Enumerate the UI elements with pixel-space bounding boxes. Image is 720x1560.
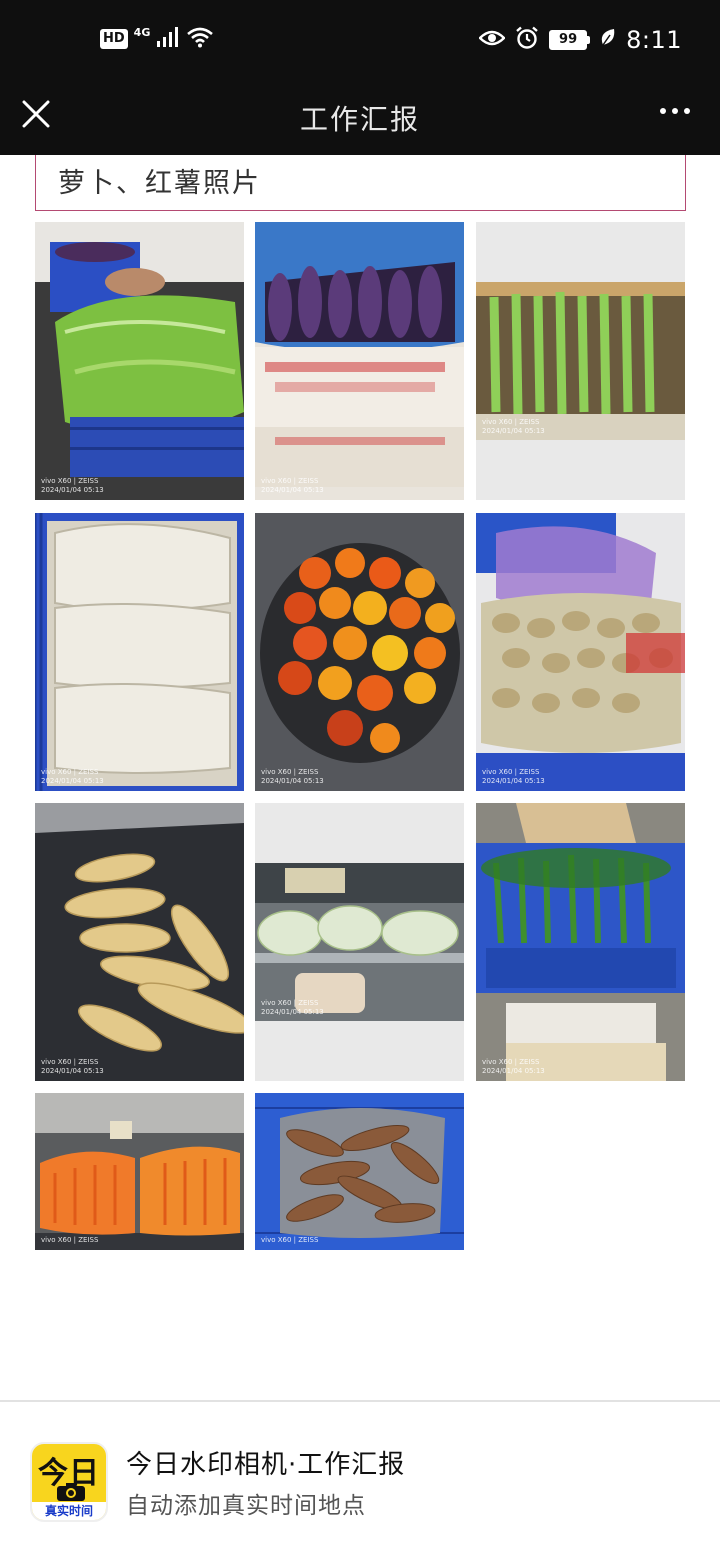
photo-4[interactable]: vivo X60 | ZEISS 2024/01/04 05:13 [35, 513, 244, 791]
status-left: HD 4G [100, 26, 214, 52]
photo-watermark: vivo X60 | ZEISS 2024/01/04 05:13 [261, 999, 324, 1016]
photo-7[interactable]: vivo X60 | ZEISS 2024/01/04 05:13 [35, 803, 244, 1081]
wifi-icon [186, 26, 214, 52]
photo-11[interactable]: vivo X60 | ZEISS [255, 1093, 464, 1250]
photo-watermark: vivo X60 | ZEISS 2024/01/04 05:13 [41, 477, 104, 494]
clock: 8:11 [626, 26, 682, 54]
network-label: 4G [133, 25, 151, 39]
photo-9[interactable]: vivo X60 | ZEISS 2024/01/04 05:13 [476, 803, 685, 1081]
alarm-icon [515, 26, 539, 54]
app-banner-subtitle: 自动添加真实时间地点 [126, 1493, 366, 1519]
app-icon[interactable]: 今日 真实时间 [30, 1442, 108, 1522]
hd-badge: HD [100, 29, 128, 49]
app-icon-subtitle: 真实时间 [32, 1502, 106, 1520]
nav-bar: 工作汇报 [0, 80, 720, 155]
more-icon[interactable] [660, 108, 690, 114]
app-banner-title: 今日水印相机·工作汇报 [126, 1450, 406, 1480]
photo-watermark: vivo X60 | ZEISS [41, 1236, 99, 1244]
photo-watermark: vivo X60 | ZEISS 2024/01/04 05:13 [261, 477, 324, 494]
photo-watermark: vivo X60 | ZEISS [261, 1236, 319, 1244]
photo-6[interactable]: vivo X60 | ZEISS 2024/01/04 05:13 [476, 513, 685, 791]
photo-3[interactable]: vivo X60 | ZEISS 2024/01/04 05:13 [476, 222, 685, 500]
photo-watermark: vivo X60 | ZEISS 2024/01/04 05:13 [482, 418, 545, 435]
photo-10[interactable]: vivo X60 | ZEISS [35, 1093, 244, 1250]
leaf-icon [600, 28, 616, 52]
photo-2[interactable]: vivo X60 | ZEISS 2024/01/04 05:13 [255, 222, 464, 500]
status-bar: HD 4G 99 8:11 [0, 0, 720, 80]
eye-icon [478, 28, 506, 52]
status-right: 99 8:11 [478, 26, 682, 54]
signal-icon [156, 26, 180, 52]
photo-watermark: vivo X60 | ZEISS 2024/01/04 05:13 [482, 768, 545, 785]
photo-watermark: vivo X60 | ZEISS 2024/01/04 05:13 [41, 768, 104, 785]
caption-box: 萝卜、红薯照片 [35, 155, 686, 211]
photo-1[interactable]: vivo X60 | ZEISS 2024/01/04 05:13 [35, 222, 244, 500]
photo-watermark: vivo X60 | ZEISS 2024/01/04 05:13 [482, 1058, 545, 1075]
app-banner[interactable]: 今日 真实时间 今日水印相机·工作汇报 自动添加真实时间地点 [0, 1402, 720, 1560]
battery-icon: 99 [549, 30, 591, 50]
photo-5[interactable]: vivo X60 | ZEISS 2024/01/04 05:13 [255, 513, 464, 791]
caption-text: 萝卜、红薯照片 [58, 168, 261, 199]
battery-level: 99 [549, 30, 588, 50]
photo-8[interactable]: vivo X60 | ZEISS 2024/01/04 05:13 [255, 803, 464, 1081]
photo-watermark: vivo X60 | ZEISS 2024/01/04 05:13 [261, 768, 324, 785]
photo-watermark: vivo X60 | ZEISS 2024/01/04 05:13 [41, 1058, 104, 1075]
page-title: 工作汇报 [299, 103, 420, 136]
